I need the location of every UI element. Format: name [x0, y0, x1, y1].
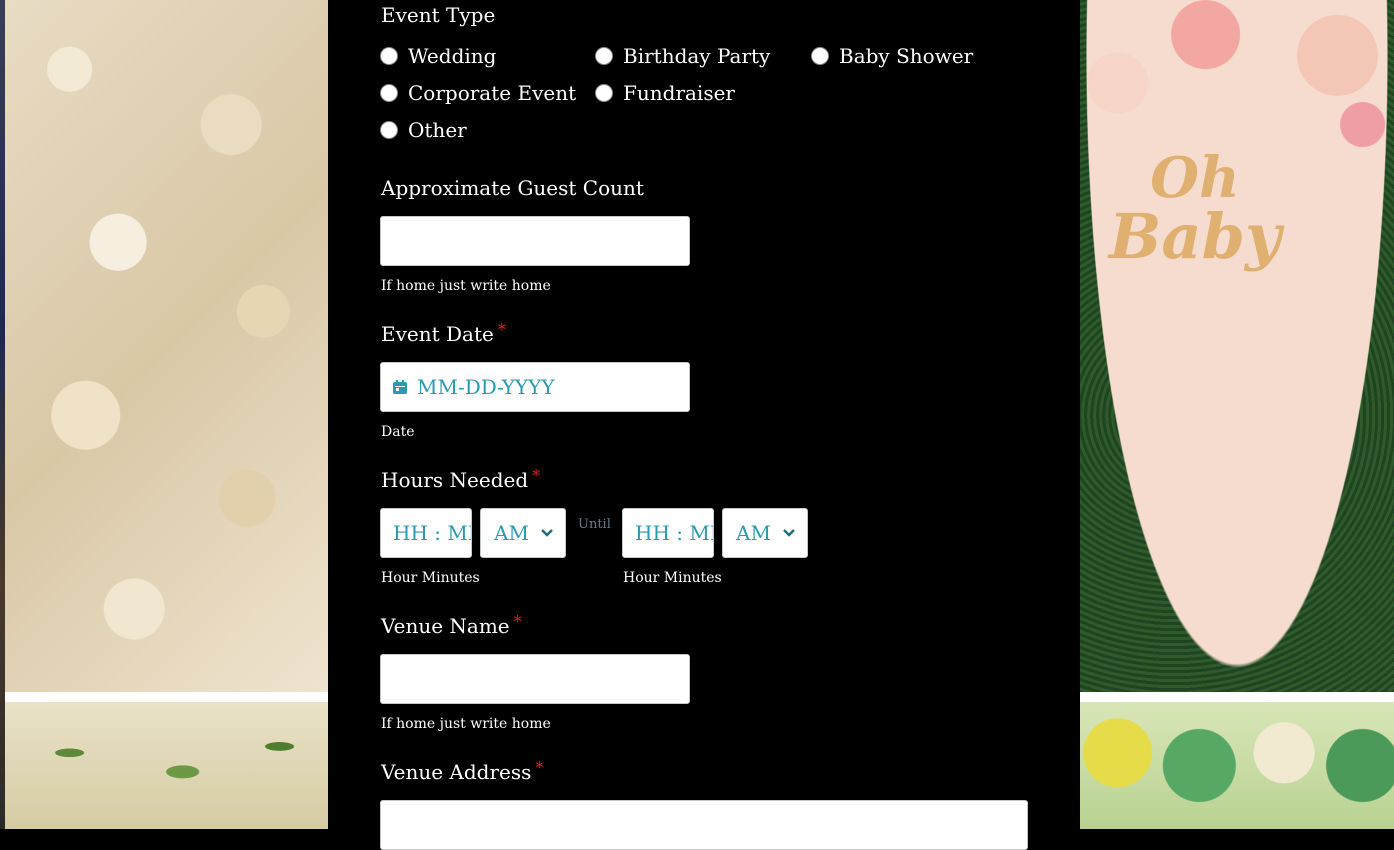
radio-label: Fundraiser	[623, 81, 735, 105]
event-type-label: Event Type	[381, 3, 496, 27]
venue-address-field[interactable]	[380, 800, 1028, 850]
radio-birthday-party[interactable]: Birthday Party	[595, 44, 770, 68]
image-divider	[5, 692, 328, 702]
venue-name-sublabel: If home just write home	[381, 716, 551, 732]
radio-baby-shower[interactable]: Baby Shower	[811, 44, 973, 68]
hours-needed-label-text: Hours Needed	[381, 468, 529, 492]
start-time-input[interactable]	[381, 509, 471, 557]
required-asterisk: *	[513, 612, 522, 631]
radio-label: Baby Shower	[839, 44, 974, 68]
venue-address-label-text: Venue Address	[381, 760, 532, 784]
guest-count-sublabel: If home just write home	[381, 278, 551, 294]
radio-other[interactable]: Other	[380, 118, 467, 142]
greenery-backdrop-image	[5, 702, 328, 829]
radio-button[interactable]	[380, 84, 398, 102]
venue-address-input[interactable]	[381, 801, 1027, 849]
oh-baby-sign-line1: Oh	[1150, 145, 1240, 211]
radio-button[interactable]	[380, 47, 398, 65]
radio-label: Birthday Party	[623, 44, 771, 68]
radio-button[interactable]	[595, 84, 613, 102]
start-ampm-select[interactable]: AM	[480, 508, 566, 558]
radio-label: Wedding	[408, 44, 497, 68]
event-date-label: Event Date *	[381, 320, 506, 346]
hours-needed-label: Hours Needed *	[381, 466, 541, 492]
end-time-sublabel: Hour Minutes	[623, 570, 722, 586]
guest-count-label: Approximate Guest Count	[381, 176, 644, 200]
guest-count-input[interactable]	[381, 217, 689, 265]
radio-button[interactable]	[811, 47, 829, 65]
start-time-sublabel: Hour Minutes	[381, 570, 480, 586]
venue-name-input[interactable]	[381, 655, 689, 703]
image-divider	[1080, 692, 1394, 702]
oh-baby-sign-line2: Baby	[1109, 200, 1281, 273]
chevron-down-icon	[541, 529, 553, 537]
event-booking-form: Event Type Wedding Birthday Party Baby S…	[328, 0, 1080, 850]
radio-wedding[interactable]: Wedding	[380, 44, 496, 68]
end-ampm-value: AM	[736, 521, 771, 545]
colorful-flower-wall-image	[1080, 702, 1394, 829]
start-ampm-value: AM	[494, 521, 529, 545]
guest-count-field[interactable]	[380, 216, 690, 266]
radio-fundraiser[interactable]: Fundraiser	[595, 81, 735, 105]
calendar-icon[interactable]	[392, 379, 408, 395]
until-label: Until	[578, 517, 611, 532]
radio-button[interactable]	[595, 47, 613, 65]
oh-baby-backdrop-image	[1080, 0, 1394, 692]
radio-button[interactable]	[380, 121, 398, 139]
event-date-field[interactable]	[380, 362, 690, 412]
end-ampm-select[interactable]: AM	[722, 508, 808, 558]
event-date-label-text: Event Date	[381, 322, 494, 346]
venue-name-label: Venue Name *	[381, 612, 522, 638]
start-time-field[interactable]	[380, 508, 472, 558]
required-asterisk: *	[497, 320, 506, 339]
paper-flower-wall-image	[5, 0, 328, 692]
venue-name-field[interactable]	[380, 654, 690, 704]
chevron-down-icon	[783, 529, 795, 537]
venue-address-label: Venue Address *	[381, 758, 544, 784]
radio-corporate-event[interactable]: Corporate Event	[380, 81, 576, 105]
radio-label: Corporate Event	[408, 81, 577, 105]
event-date-input[interactable]	[381, 363, 689, 411]
oh-baby-sign: Oh Baby	[1095, 150, 1295, 268]
required-asterisk: *	[535, 758, 544, 777]
required-asterisk: *	[532, 466, 541, 485]
radio-label: Other	[408, 118, 467, 142]
venue-name-label-text: Venue Name	[381, 614, 510, 638]
event-date-sublabel: Date	[381, 424, 415, 440]
end-time-input[interactable]	[623, 509, 713, 557]
end-time-field[interactable]	[622, 508, 714, 558]
